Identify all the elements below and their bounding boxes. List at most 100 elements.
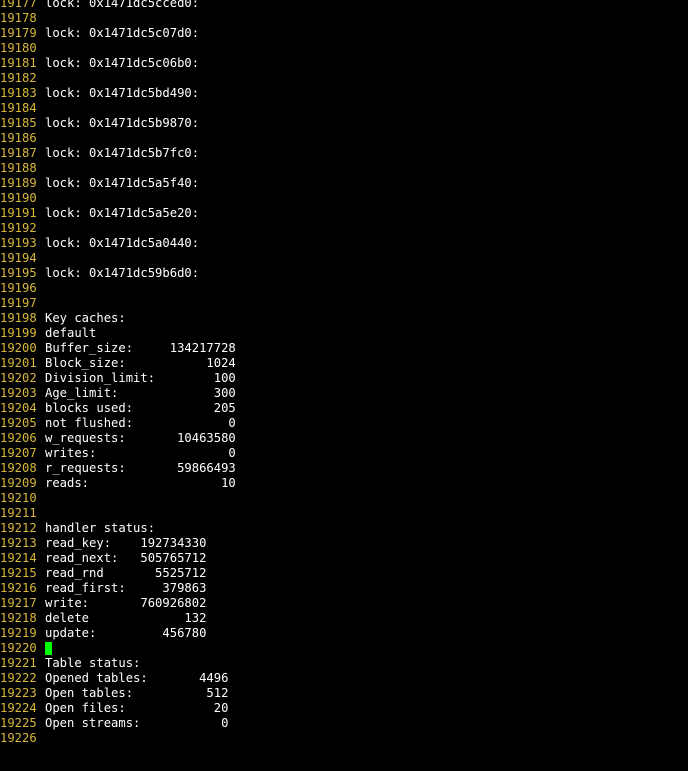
line-number: 19220 xyxy=(0,641,37,655)
line-text: default xyxy=(45,326,97,340)
line-number: 19224 xyxy=(0,701,37,715)
line-number: 19189 xyxy=(0,176,37,190)
line-number: 19218 xyxy=(0,611,37,625)
line-number: 19225 xyxy=(0,716,37,730)
line-number: 19179 xyxy=(0,26,37,40)
line-number: 19194 xyxy=(0,251,37,265)
line-text: read_rnd 5525712 xyxy=(45,566,207,580)
terminal-line: 19209 reads: 10 xyxy=(0,476,688,491)
line-text: lock: 0x1471dc5a5e20: xyxy=(45,206,200,220)
terminal-line: 19212 handler status: xyxy=(0,521,688,536)
line-text: lock: 0x1471dc5bd490: xyxy=(45,86,200,100)
line-text: lock: 0x1471dc5a5f40: xyxy=(45,176,200,190)
line-number: 19226 xyxy=(0,731,37,745)
terminal-line: 19225 Open streams: 0 xyxy=(0,716,688,731)
terminal-line: 19187 lock: 0x1471dc5b7fc0: xyxy=(0,146,688,161)
terminal-line: 19220 xyxy=(0,641,688,656)
line-text: handler status: xyxy=(45,521,156,535)
line-text: lock: 0x1471dc5b7fc0: xyxy=(45,146,200,160)
line-number: 19215 xyxy=(0,566,37,580)
terminal-line: 19203 Age_limit: 300 xyxy=(0,386,688,401)
terminal-line: 19179 lock: 0x1471dc5c07d0: xyxy=(0,26,688,41)
terminal-line: 19210 xyxy=(0,491,688,506)
line-number: 19191 xyxy=(0,206,37,220)
line-number: 19219 xyxy=(0,626,37,640)
line-number: 19177 xyxy=(0,0,37,10)
line-number: 19212 xyxy=(0,521,37,535)
line-number: 19204 xyxy=(0,401,37,415)
terminal-line: 19196 xyxy=(0,281,688,296)
terminal-output[interactable]: 19177 lock: 0x1471dc5cced0: 19178 19179 lock… xyxy=(0,0,688,746)
line-number: 19211 xyxy=(0,506,37,520)
line-number: 19197 xyxy=(0,296,37,310)
terminal-line: 19224 Open files: 20 xyxy=(0,701,688,716)
line-text: Open streams: 0 xyxy=(45,716,229,730)
terminal-line: 19202 Division_limit: 100 xyxy=(0,371,688,386)
line-text: writes: 0 xyxy=(45,446,236,460)
line-text: read_next: 505765712 xyxy=(45,551,207,565)
line-number: 19216 xyxy=(0,581,37,595)
line-text: delete 132 xyxy=(45,611,207,625)
line-number: 19195 xyxy=(0,266,37,280)
terminal-line: 19184 xyxy=(0,101,688,116)
line-number: 19185 xyxy=(0,116,37,130)
terminal-line: 19223 Open tables: 512 xyxy=(0,686,688,701)
line-number: 19208 xyxy=(0,461,37,475)
line-text: lock: 0x1471dc5b9870: xyxy=(45,116,200,130)
line-text: Division_limit: 100 xyxy=(45,371,236,385)
line-number: 19217 xyxy=(0,596,37,610)
line-number: 19221 xyxy=(0,656,37,670)
line-number: 19222 xyxy=(0,671,37,685)
terminal-line: 19213 read_key: 192734330 xyxy=(0,536,688,551)
line-text: not flushed: 0 xyxy=(45,416,236,430)
terminal-line: 19221 Table status: xyxy=(0,656,688,671)
line-number: 19210 xyxy=(0,491,37,505)
terminal-line: 19178 xyxy=(0,11,688,26)
line-number: 19188 xyxy=(0,161,37,175)
line-text: write: 760926802 xyxy=(45,596,207,610)
terminal-line: 19182 xyxy=(0,71,688,86)
line-text: lock: 0x1471dc5cced0: xyxy=(45,0,200,10)
terminal-line: 19219 update: 456780 xyxy=(0,626,688,641)
line-text: read_key: 192734330 xyxy=(45,536,207,550)
line-number: 19190 xyxy=(0,191,37,205)
terminal-line: 19204 blocks used: 205 xyxy=(0,401,688,416)
terminal-line: 19218 delete 132 xyxy=(0,611,688,626)
line-number: 19182 xyxy=(0,71,37,85)
terminal-line: 19183 lock: 0x1471dc5bd490: xyxy=(0,86,688,101)
line-number: 19200 xyxy=(0,341,37,355)
line-number: 19198 xyxy=(0,311,37,325)
line-number: 19187 xyxy=(0,146,37,160)
line-text: blocks used: 205 xyxy=(45,401,236,415)
line-text: w_requests: 10463580 xyxy=(45,431,236,445)
terminal-line: 19222 Opened tables: 4496 xyxy=(0,671,688,686)
line-number: 19209 xyxy=(0,476,37,490)
line-text: lock: 0x1471dc59b6d0: xyxy=(45,266,200,280)
line-text: reads: 10 xyxy=(45,476,236,490)
terminal-line: 19201 Block_size: 1024 xyxy=(0,356,688,371)
terminal-line: 19206 w_requests: 10463580 xyxy=(0,431,688,446)
line-text: Block_size: 1024 xyxy=(45,356,236,370)
terminal-line: 19197 xyxy=(0,296,688,311)
terminal-line: 19208 r_requests: 59866493 xyxy=(0,461,688,476)
terminal-line: 19211 xyxy=(0,506,688,521)
terminal-line: 19177 lock: 0x1471dc5cced0: xyxy=(0,0,688,11)
terminal-line: 19192 xyxy=(0,221,688,236)
line-text: Open files: 20 xyxy=(45,701,229,715)
terminal-line: 19199 default xyxy=(0,326,688,341)
line-number: 19180 xyxy=(0,41,37,55)
line-number: 19202 xyxy=(0,371,37,385)
terminal-line: 19194 xyxy=(0,251,688,266)
terminal-line: 19181 lock: 0x1471dc5c06b0: xyxy=(0,56,688,71)
terminal-line: 19226 xyxy=(0,731,688,746)
line-text: read_first: 379863 xyxy=(45,581,207,595)
line-text: lock: 0x1471dc5c07d0: xyxy=(45,26,200,40)
line-number: 19181 xyxy=(0,56,37,70)
line-number: 19213 xyxy=(0,536,37,550)
line-text: lock: 0x1471dc5a0440: xyxy=(45,236,200,250)
line-text: Table status: xyxy=(45,656,141,670)
terminal-line: 19216 read_first: 379863 xyxy=(0,581,688,596)
line-number: 19206 xyxy=(0,431,37,445)
terminal-line: 19195 lock: 0x1471dc59b6d0: xyxy=(0,266,688,281)
line-number: 19184 xyxy=(0,101,37,115)
